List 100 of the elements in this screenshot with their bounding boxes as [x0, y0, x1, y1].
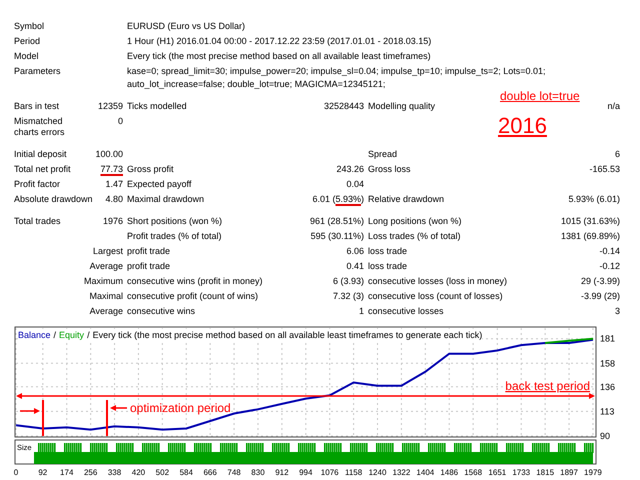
axis-tick-label: 1568	[464, 468, 482, 477]
field-label: Model	[14, 50, 40, 63]
field-label: Bars in test	[14, 100, 60, 113]
field-label: Period	[14, 35, 42, 48]
field-value: 1381 (69.89%)	[560, 230, 620, 243]
axis-tick-label: 420	[132, 468, 146, 477]
field-value: 961 (28.51%)	[308, 215, 364, 228]
field-label: Spread	[368, 148, 398, 161]
field-label: Total net profit	[14, 163, 71, 176]
field-value: kase=0; spread_limit=30; impulse_power=20; impulse_sl=0.04; impulse_tp=10; impulse_ts=2; Lots=0.01; auto_lot_increase=false; double_lot=true; MAGICMA=12345121;	[127, 65, 547, 91]
field-value: 3	[614, 305, 620, 318]
field-label: Profit factor	[14, 178, 60, 191]
year-note: 2016	[498, 114, 547, 138]
field-label: Modelling quality	[368, 100, 436, 113]
axis-tick-label: 338	[108, 468, 122, 477]
axis-tick-label: 1651	[488, 468, 506, 477]
axis-tick-label: 830	[251, 468, 265, 477]
annotation-label: optimization period	[130, 401, 231, 415]
axis-tick-label: 1322	[392, 468, 410, 477]
field-value: 6.01 (5.93%)	[311, 193, 364, 206]
legend-separator: /	[54, 329, 56, 342]
field-value: 1.47	[104, 178, 123, 191]
axis-tick-label: 584	[180, 468, 193, 477]
group-label: Maximum	[82, 275, 123, 288]
field-label: Gross profit	[127, 163, 174, 176]
field-value: n/a	[606, 100, 620, 113]
field-value: 243.26	[335, 163, 364, 176]
field-value: 0.41	[345, 260, 364, 273]
field-label: Ticks modelled	[127, 100, 187, 113]
axis-tick-label: 92	[38, 468, 48, 477]
field-value: 6	[614, 148, 620, 161]
field-value: 32528443	[322, 100, 364, 113]
chart-title: Every tick (the most precise method based on all available least timeframes to generate each tick)	[92, 329, 482, 342]
field-value: 1	[358, 305, 364, 318]
field-label: consecutive wins (profit in money)	[127, 275, 263, 288]
axis-tick-label: 502	[156, 468, 170, 477]
field-value: 1015 (31.63%)	[560, 215, 620, 228]
axis-tick-label: 748	[227, 468, 241, 477]
legend-label: Balance	[18, 329, 51, 342]
axis-tick-label: 136	[600, 382, 616, 392]
field-value: EURUSD (Euro vs US Dollar)	[127, 20, 246, 33]
field-value: 5.93% (6.01)	[567, 193, 620, 206]
field-label: Maximal drawdown	[127, 193, 204, 206]
field-value: -165.53	[588, 163, 620, 176]
field-value: 6 (3.93)	[332, 275, 364, 288]
field-label: Expected payoff	[127, 178, 192, 191]
group-label: Largest	[92, 245, 123, 258]
axis-tick-label: 1076	[320, 468, 339, 477]
field-value: -0.14	[598, 245, 620, 258]
field-label: consecutive wins	[127, 305, 196, 318]
field-label: Parameters	[14, 65, 62, 78]
field-label: Relative drawdown	[368, 193, 444, 206]
axis-tick-label: 0	[14, 468, 18, 477]
field-label: profit trade	[127, 260, 170, 273]
field-value: 4.80	[104, 193, 123, 206]
field-label: consecutive losses	[368, 305, 444, 318]
axis-tick-label: 174	[60, 468, 74, 477]
field-label: Absolute drawdown	[14, 193, 93, 206]
axis-tick-label: 1897	[560, 468, 578, 477]
axis-tick-label: 994	[299, 468, 312, 477]
field-value: 1 Hour (H1) 2016.01.04 00:00 - 2017.12.22 23:59 (2017.01.01 - 2018.03.15)	[127, 35, 432, 48]
legend-label: Equity	[59, 329, 84, 342]
field-value: Every tick (the most precise method based on all available least timeframes)	[127, 50, 432, 63]
field-value: 0	[116, 115, 123, 128]
axis-tick-label: 90	[600, 431, 610, 441]
field-value: -0.12	[598, 260, 620, 273]
field-value: 595 (30.11%)	[310, 230, 364, 243]
field-label: consecutive losses (loss in money)	[368, 275, 508, 288]
field-value: -3.99 (29)	[580, 290, 620, 303]
axis-tick-label: 912	[275, 468, 289, 477]
axis-tick-label: 1404	[416, 468, 434, 477]
field-label: Initial deposit	[14, 148, 67, 161]
axis-tick-label: 1158	[345, 468, 362, 477]
field-label: consecutive loss (count of losses)	[368, 290, 503, 303]
equity-line	[545, 338, 594, 344]
field-label: Loss trades (% of total)	[368, 230, 461, 243]
field-label: Total trades	[14, 215, 61, 228]
legend-separator: /	[87, 329, 90, 342]
field-label: Long positions (won %)	[368, 215, 462, 228]
field-label: profit trade	[127, 245, 170, 258]
axis-tick-label: 1486	[440, 468, 458, 477]
group-label: Maximal	[88, 290, 123, 303]
field-value: 0.04	[345, 178, 364, 191]
group-label: Average	[88, 260, 123, 273]
field-value: 77.73	[99, 163, 123, 176]
axis-tick-label: 666	[203, 468, 217, 477]
axis-tick-label: 1815	[536, 468, 554, 477]
field-value: 6.06	[345, 245, 364, 258]
field-label: Mismatched charts errors	[14, 115, 66, 139]
field-label: Profit trades (% of total)	[127, 230, 222, 243]
group-label: Average	[88, 305, 123, 318]
axis-tick-label: 1733	[512, 468, 530, 477]
axis-tick-label: 181	[600, 334, 616, 344]
callout-note: double lot=true	[500, 90, 580, 103]
field-value: 29 (-3.99)	[580, 275, 620, 288]
axis-tick-label: 1240	[368, 468, 386, 477]
field-label: Gross loss	[368, 163, 411, 176]
axis-tick-label: 256	[84, 468, 98, 477]
field-label: loss trade	[368, 260, 408, 273]
field-label: loss trade	[368, 245, 408, 258]
